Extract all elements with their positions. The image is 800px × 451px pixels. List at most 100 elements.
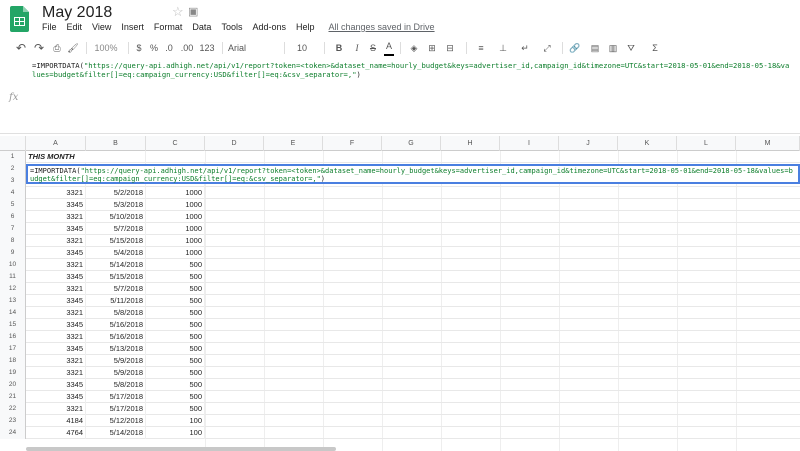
cell-advertiser-id[interactable]: 3345: [26, 223, 86, 235]
zoom-select[interactable]: 100%: [92, 40, 120, 56]
text-color-button[interactable]: A: [384, 40, 394, 56]
row-number[interactable]: 12: [0, 283, 26, 295]
text-wrap-icon[interactable]: ↵: [518, 40, 532, 56]
cell-advertiser-id[interactable]: 3321: [26, 307, 86, 319]
cell-date[interactable]: 5/14/2018: [86, 259, 146, 271]
text-rotation-icon[interactable]: ⤢: [540, 40, 554, 56]
row-number[interactable]: 4: [0, 187, 26, 199]
cell-advertiser-id[interactable]: 3321: [26, 235, 86, 247]
row-number[interactable]: 19: [0, 367, 26, 379]
vertical-align-icon[interactable]: ⊥: [496, 40, 510, 56]
font-size-select[interactable]: 10: [290, 40, 314, 56]
cell-date[interactable]: 5/16/2018: [86, 319, 146, 331]
menu-help[interactable]: Help: [296, 22, 315, 36]
row-number[interactable]: 22: [0, 403, 26, 415]
cell-date[interactable]: 5/15/2018: [86, 271, 146, 283]
row-number[interactable]: 8: [0, 235, 26, 247]
cell-budget[interactable]: 500: [146, 271, 205, 283]
spreadsheet-grid[interactable]: A B C D E F G H I J K L M 1 THIS MONTH 2 3 4…: [0, 136, 800, 451]
col-header-l[interactable]: L: [677, 136, 736, 151]
font-select[interactable]: Arial: [228, 40, 278, 56]
row-number[interactable]: 1: [0, 151, 26, 163]
cell-date[interactable]: 5/8/2018: [86, 307, 146, 319]
italic-button[interactable]: I: [352, 40, 362, 56]
move-to-folder-icon[interactable]: ▣: [188, 5, 198, 18]
col-header-c[interactable]: C: [146, 136, 205, 151]
strikethrough-button[interactable]: S: [368, 40, 378, 56]
cell-date[interactable]: 5/12/2018: [86, 415, 146, 427]
cell-date[interactable]: 5/3/2018: [86, 199, 146, 211]
row-number[interactable]: 23: [0, 415, 26, 427]
cell-budget[interactable]: 1000: [146, 199, 205, 211]
cell-advertiser-id[interactable]: 3345: [26, 319, 86, 331]
col-header-b[interactable]: B: [86, 136, 146, 151]
col-header-k[interactable]: K: [618, 136, 677, 151]
menu-format[interactable]: Format: [154, 22, 183, 36]
cell-budget[interactable]: 500: [146, 343, 205, 355]
number-format-select[interactable]: 123: [198, 40, 216, 56]
cell-advertiser-id[interactable]: 4184: [26, 415, 86, 427]
print-icon[interactable]: ⎙: [50, 40, 64, 56]
save-status[interactable]: All changes saved in Drive: [329, 22, 435, 36]
col-header-h[interactable]: H: [441, 136, 500, 151]
cell-budget[interactable]: 1000: [146, 187, 205, 199]
cell-date[interactable]: 5/10/2018: [86, 211, 146, 223]
row-number[interactable]: 20: [0, 379, 26, 391]
cell-advertiser-id[interactable]: 3345: [26, 271, 86, 283]
doc-title[interactable]: May 2018: [42, 4, 112, 22]
increase-decimal-button[interactable]: .00: [180, 40, 194, 56]
horizontal-align-icon[interactable]: ≡: [474, 40, 488, 56]
cell-date[interactable]: 5/17/2018: [86, 391, 146, 403]
cell-budget[interactable]: 100: [146, 415, 205, 427]
formula-bar[interactable]: fx: [0, 86, 800, 134]
row-number[interactable]: 6: [0, 211, 26, 223]
insert-link-icon[interactable]: 🔗: [568, 40, 582, 56]
row-number[interactable]: 15: [0, 319, 26, 331]
col-header-i[interactable]: I: [500, 136, 559, 151]
cell-advertiser-id[interactable]: 3321: [26, 331, 86, 343]
cell-date[interactable]: 5/2/2018: [86, 187, 146, 199]
functions-icon[interactable]: Σ: [648, 40, 662, 56]
fill-color-icon[interactable]: ◈: [408, 40, 420, 56]
cell-budget[interactable]: 1000: [146, 223, 205, 235]
row-number[interactable]: 10: [0, 259, 26, 271]
decrease-decimal-button[interactable]: .0: [163, 40, 175, 56]
undo-icon[interactable]: ↶: [14, 40, 28, 56]
cell-advertiser-id[interactable]: 3321: [26, 283, 86, 295]
bold-button[interactable]: B: [334, 40, 344, 56]
select-all-corner[interactable]: [0, 136, 26, 151]
cell-advertiser-id[interactable]: 3321: [26, 187, 86, 199]
cell-budget[interactable]: 1000: [146, 211, 205, 223]
cell-date[interactable]: 5/14/2018: [86, 427, 146, 439]
cell-budget[interactable]: 500: [146, 295, 205, 307]
currency-button[interactable]: $: [134, 40, 144, 56]
redo-icon[interactable]: ↷: [32, 40, 46, 56]
row-number[interactable]: 9: [0, 247, 26, 259]
row-number[interactable]: 14: [0, 307, 26, 319]
row-number[interactable]: 21: [0, 391, 26, 403]
row-number[interactable]: 24: [0, 427, 26, 439]
col-header-e[interactable]: E: [264, 136, 323, 151]
col-header-m[interactable]: M: [736, 136, 800, 151]
filter-icon[interactable]: ⛛: [624, 40, 638, 56]
cell-advertiser-id[interactable]: 3345: [26, 199, 86, 211]
row-number[interactable]: 3: [0, 175, 26, 187]
menu-insert[interactable]: Insert: [121, 22, 144, 36]
cell-advertiser-id[interactable]: 3345: [26, 391, 86, 403]
col-header-j[interactable]: J: [559, 136, 618, 151]
cell-advertiser-id[interactable]: 3345: [26, 379, 86, 391]
cell-budget[interactable]: 500: [146, 379, 205, 391]
cell-advertiser-id[interactable]: 3321: [26, 355, 86, 367]
cell-budget[interactable]: 500: [146, 307, 205, 319]
menu-tools[interactable]: Tools: [221, 22, 242, 36]
cell-advertiser-id[interactable]: 3345: [26, 343, 86, 355]
menu-edit[interactable]: Edit: [67, 22, 83, 36]
row-number[interactable]: 17: [0, 343, 26, 355]
cell-advertiser-id[interactable]: 3321: [26, 259, 86, 271]
cell-budget[interactable]: 500: [146, 259, 205, 271]
this-month-label[interactable]: THIS MONTH: [26, 151, 146, 163]
cell-budget[interactable]: 1000: [146, 247, 205, 259]
insert-comment-icon[interactable]: ▤: [588, 40, 602, 56]
sheets-logo-icon[interactable]: [10, 6, 29, 32]
cell-budget[interactable]: 500: [146, 331, 205, 343]
